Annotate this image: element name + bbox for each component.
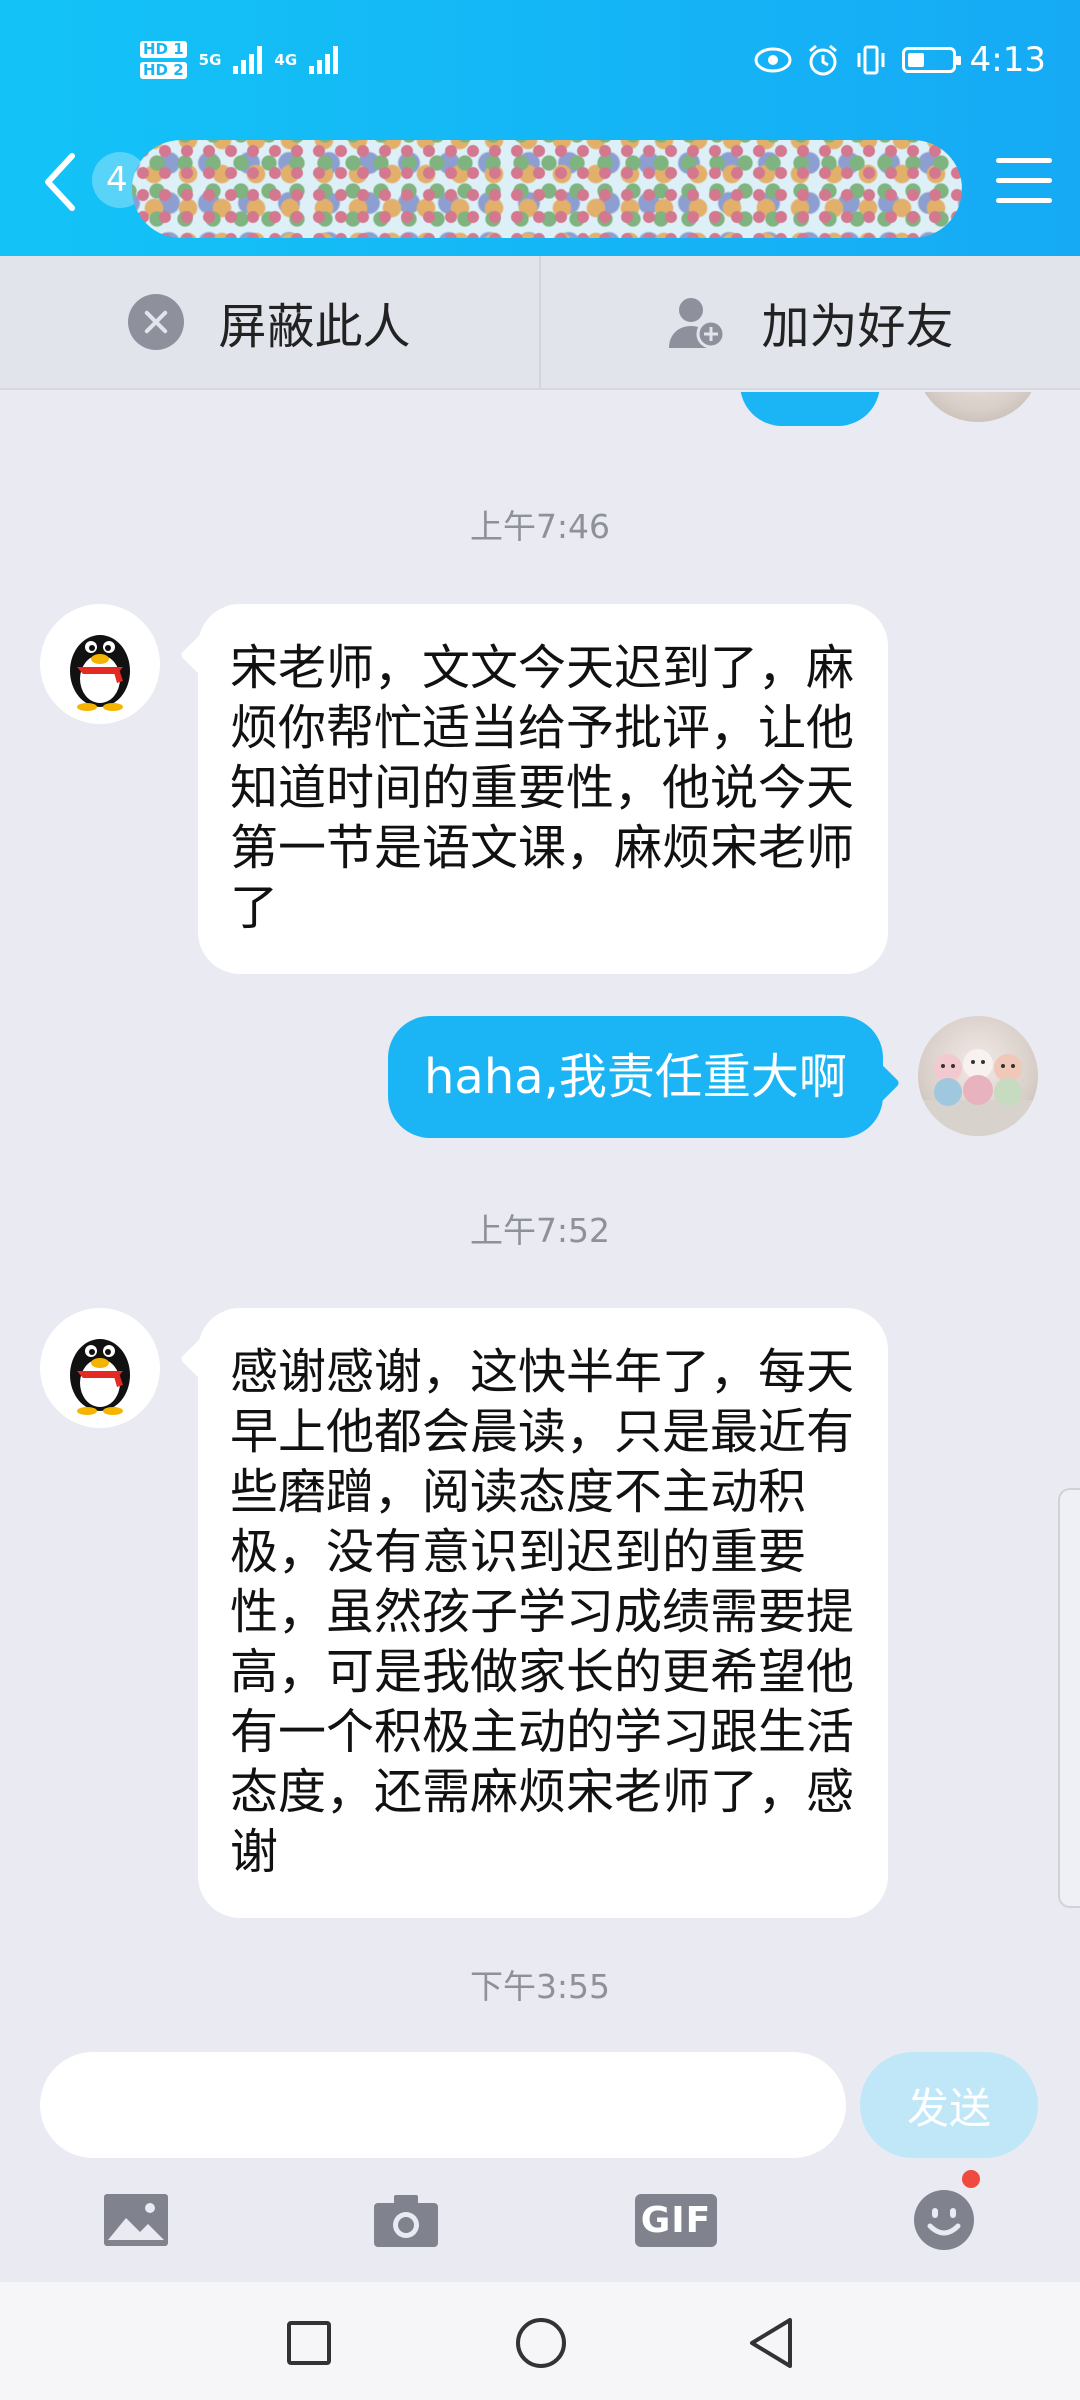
stranger-action-bar: 屏蔽此人 加为好友 (0, 256, 1080, 390)
home-button[interactable] (506, 2308, 576, 2378)
signal-bars-icon (233, 46, 263, 74)
clock: 4:13 (969, 40, 1046, 80)
input-bar: 发送 GIF (0, 2052, 1080, 2282)
message-input[interactable] (40, 2052, 846, 2158)
circle-icon (516, 2318, 566, 2368)
back-nav-button[interactable] (736, 2308, 806, 2378)
qq-penguin-icon-2 (70, 1339, 130, 1415)
send-button[interactable]: 发送 (860, 2052, 1038, 2158)
gif-button[interactable]: GIF (634, 2180, 718, 2260)
block-user-button[interactable]: 屏蔽此人 (0, 256, 539, 388)
camera-button[interactable] (366, 2180, 446, 2260)
add-friend-button[interactable]: 加为好友 (539, 256, 1080, 388)
back-button[interactable] (40, 150, 100, 214)
battery-fill (907, 53, 925, 67)
eye-icon (754, 47, 792, 73)
contact-avatar[interactable] (40, 604, 160, 724)
vibrate-icon (857, 45, 885, 75)
my-avatar[interactable] (918, 392, 1038, 422)
scrollbar[interactable] (1058, 1488, 1080, 1908)
notification-dot (962, 2170, 980, 2188)
title-bar: HD 1 HD 2 5G 4G 4:13 4 (0, 0, 1080, 256)
add-friend-label: 加为好友 (761, 299, 954, 355)
outgoing-message-bubble[interactable]: haha,我责任重大啊 (388, 1016, 883, 1138)
qq-penguin-icon (70, 635, 130, 711)
image-button[interactable] (96, 2180, 176, 2260)
recent-apps-button[interactable] (274, 2308, 344, 2378)
add-friend-icon (669, 298, 726, 349)
emoji-icon (914, 2190, 974, 2250)
chat-message-list[interactable]: 上午7:46 宋老师，文文今天迟到了，麻烦你帮忙适当给予批评，让他知道时间的重要… (0, 392, 1080, 2052)
signal-bars-icon-2 (309, 46, 339, 74)
timestamp-3: 下午3:55 (469, 1967, 611, 2006)
block-user-label: 屏蔽此人 (218, 299, 411, 355)
input-toolbar: GIF (0, 2170, 1080, 2280)
timestamp-2: 上午7:52 (469, 1211, 611, 1250)
incoming-message-bubble[interactable]: 宋老师，文文今天迟到了，麻烦你帮忙适当给予批评，让他知道时间的重要性，他说今天第… (198, 604, 888, 974)
block-icon (128, 294, 185, 350)
contact-avatar-2[interactable] (40, 1308, 160, 1428)
triangle-back-icon (750, 2318, 792, 2368)
net2-label: 4G (274, 50, 298, 69)
signal-indicators: HD 1 HD 2 5G 4G (140, 32, 339, 88)
gif-icon: GIF (634, 2193, 718, 2247)
net1-label: 5G (198, 50, 222, 69)
plush-toys-avatar-icon (918, 1049, 1038, 1136)
image-icon (104, 2194, 168, 2246)
timestamp: 上午7:46 (469, 507, 611, 546)
menu-button[interactable] (996, 158, 1052, 204)
redacted-contact-name (132, 140, 962, 238)
incoming-message-bubble-2[interactable]: 感谢感谢，这快半年了，每天早上他都会晨读，只是最近有些磨蹭，阅读态度不主动积极，… (198, 1308, 888, 1918)
battery-icon (901, 47, 961, 73)
previous-outgoing-bubble[interactable] (740, 392, 880, 426)
emoji-button[interactable] (904, 2170, 984, 2260)
status-bar: HD 1 HD 2 5G 4G 4:13 (0, 0, 1080, 120)
chevron-left-icon (45, 153, 75, 211)
sim1-badge: HD 1 (140, 41, 187, 58)
system-nav-bar (0, 2282, 1080, 2400)
alarm-icon (808, 44, 837, 76)
square-icon (287, 2321, 331, 2365)
camera-icon (374, 2195, 438, 2247)
sim2-badge: HD 2 (140, 62, 187, 79)
my-avatar-2[interactable] (918, 1016, 1038, 1136)
